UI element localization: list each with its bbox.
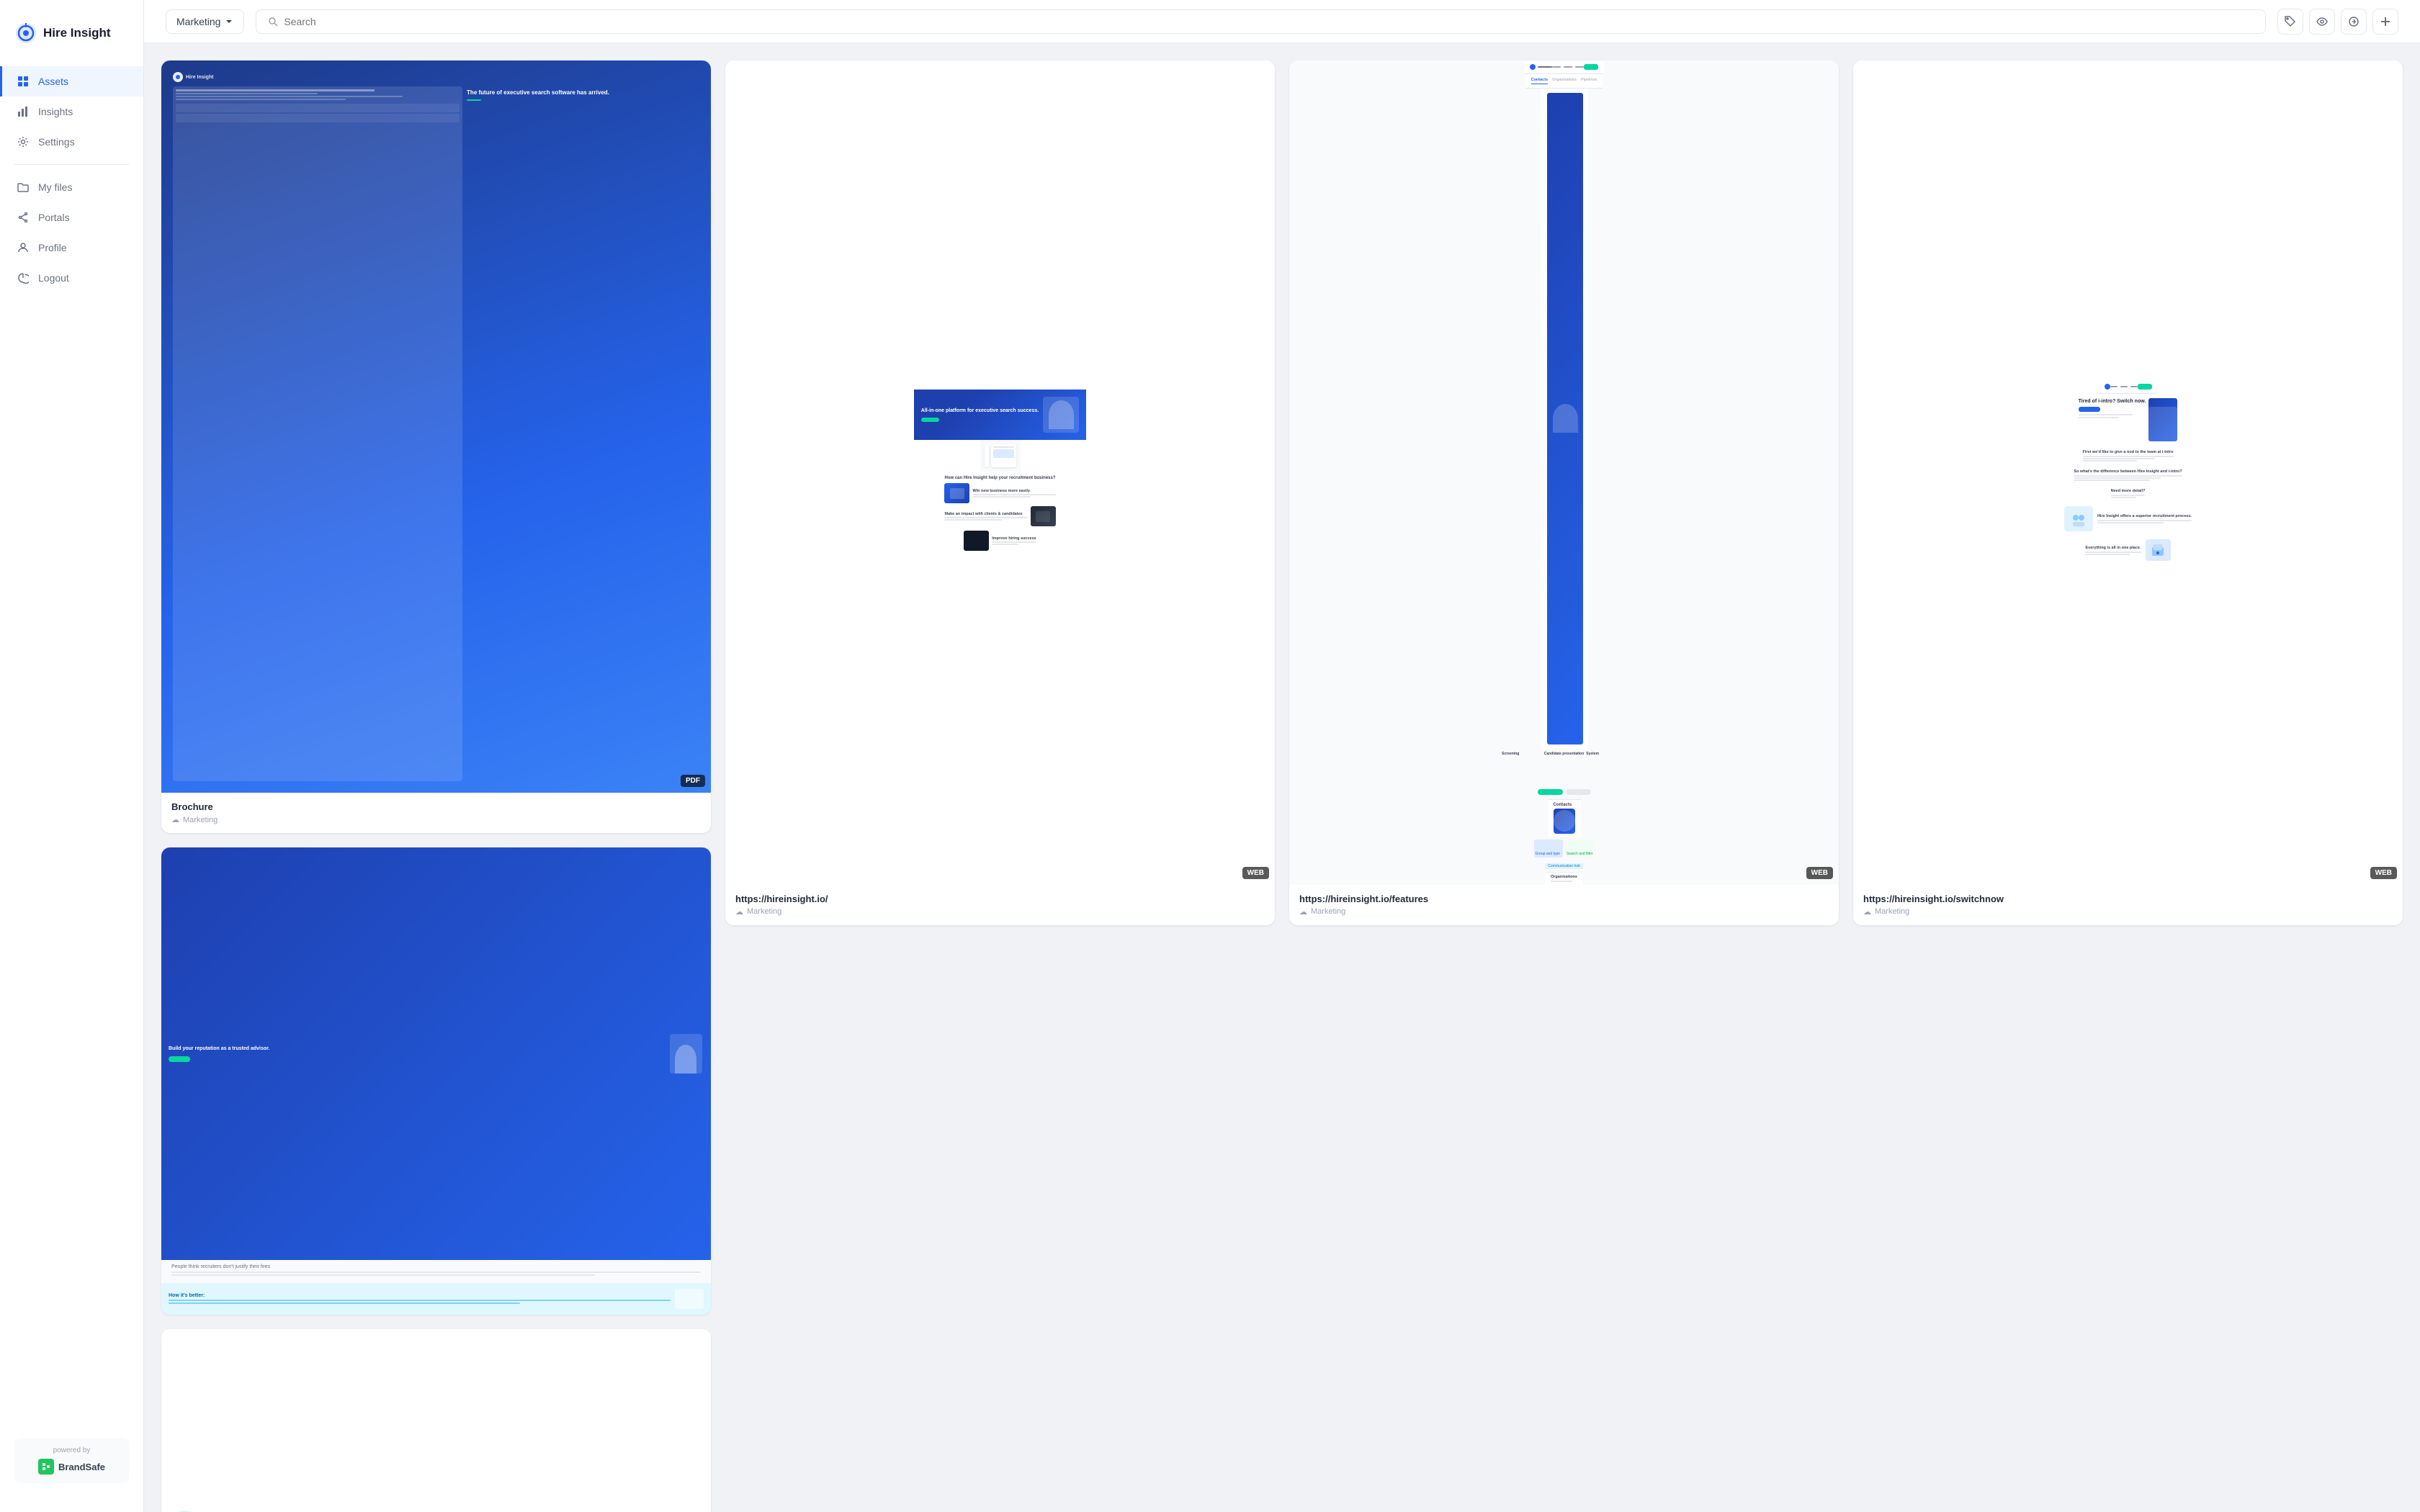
portals-label: Portals [38,212,70,223]
website-main-meta: ☁ Marketing [735,907,1265,917]
send-icon [2348,16,2360,27]
search-icon [268,17,278,27]
brandsafe-text: BrandSafe [58,1462,105,1472]
preview-avatar [668,1034,704,1074]
cloud-icon-5: ☁ [1863,907,1871,917]
website-main-category: Marketing [747,907,781,916]
insights-label: Insights [38,106,73,117]
brochure-title: Brochure [171,801,701,812]
website-features-category: Marketing [1311,907,1345,916]
brochure-meta: ☁ Marketing [171,815,701,824]
website-switchnow-card[interactable]: Tired of i-intro? Switch now. [1853,60,2403,925]
logo-area: Hire Insight [0,14,143,66]
eye-icon [2316,16,2328,27]
preview-content: The future of executive search software … [173,86,699,781]
powered-by-section: powered by BrandSafe [14,1438,129,1483]
website-main-info: https://hireinsight.io/ ☁ Marketing [725,885,1275,925]
website-features-title: https://hireinsight.io/features [1299,894,1829,904]
website-main-card[interactable]: All-in-one platform for executive search… [725,60,1275,925]
power-icon [17,271,30,284]
website-switch-info: https://hireinsight.io/switchnow ☁ Marke… [1853,885,2403,925]
nav-divider [14,164,129,165]
website-features-info: https://hireinsight.io/features ☁ Market… [1289,885,1839,925]
website-switch-title: https://hireinsight.io/switchnow [1863,894,2393,904]
reputation-card[interactable]: Build your reputation as a trusted advis… [161,847,711,1314]
column-2: All-in-one platform for executive search… [725,60,1275,1512]
column-4: Tired of i-intro? Switch now. [1853,60,2403,1512]
preview-logo: Hire Insight [173,72,214,82]
tag-button[interactable] [2277,9,2303,35]
sidebar-item-profile[interactable]: Profile [0,233,143,263]
sidebar-item-insights[interactable]: Insights [0,96,143,127]
web-badge-features: WEB [1806,867,1833,879]
folder-icon [17,181,30,194]
add-button[interactable] [2372,9,2398,35]
profile-label: Profile [38,242,67,253]
brandsafe-brand: BrandSafe [23,1459,120,1475]
share-icon [17,211,30,224]
column-3: Contacts Organisations Pipelines [1289,60,1839,1512]
assets-grid: Hire Insight [161,60,2403,1512]
sidebar-item-settings[interactable]: Settings [0,127,143,157]
eye-button[interactable] [2309,9,2335,35]
bar-chart-icon [17,105,30,118]
app-name: Hire Insight [43,26,111,40]
search-bar [256,9,2266,34]
sidebar-item-portals[interactable]: Portals [0,202,143,233]
search-input[interactable] [284,16,2254,27]
web-badge-switch: WEB [2370,867,2397,879]
brochure-card-info: Brochure ☁ Marketing [161,793,711,833]
pdf-badge: PDF [681,775,705,787]
settings-label: Settings [38,136,75,148]
logout-label: Logout [38,272,69,284]
tag-icon [2285,16,2296,27]
nav-section: Assets Insights Settings [0,66,143,1423]
sidebar-item-my-files[interactable]: My files [0,172,143,202]
chevron-down-icon [225,17,233,26]
website-main-title: https://hireinsight.io/ [735,894,1265,904]
website-switch-meta: ☁ Marketing [1863,907,2393,917]
send-button[interactable] [2341,9,2367,35]
user-icon [17,241,30,254]
grid-icon [17,75,30,88]
sidebar-item-assets[interactable]: Assets [0,66,143,96]
topbar: Marketing [144,0,2420,43]
brochure-category: Marketing [183,816,218,824]
topbar-actions [2277,9,2398,35]
brandsafe-logo-icon [38,1459,54,1475]
sidebar-item-logout[interactable]: Logout [0,263,143,293]
assets-label: Assets [38,76,68,87]
dropdown-label: Marketing [176,16,220,27]
app-logo-icon [14,22,37,45]
column-1: Hire Insight [161,60,711,1512]
cloud-icon: ☁ [171,815,179,824]
cloud-icon-3: ☁ [735,907,743,917]
plus-icon [2380,16,2391,27]
website-features-meta: ☁ Marketing [1299,907,1829,917]
main-area: Marketing [144,0,2420,1512]
website-switch-category: Marketing [1875,907,1909,916]
marketing-dropdown[interactable]: Marketing [166,9,244,34]
settings-icon [17,135,30,148]
my-files-label: My files [38,181,72,193]
powered-by-text: powered by [23,1446,120,1454]
website-features-card[interactable]: Contacts Organisations Pipelines [1289,60,1839,925]
content-area: Hire Insight [144,43,2420,1512]
sidebar: Hire Insight Assets [0,0,144,1512]
preview-text: Build your reputation as a trusted advis… [169,1045,663,1062]
clients-card[interactable]: Clients are not always aligned about who… [161,1329,711,1512]
web-badge-main: WEB [1242,867,1269,879]
brochure-card[interactable]: Hire Insight [161,60,711,833]
cloud-icon-4: ☁ [1299,907,1307,917]
